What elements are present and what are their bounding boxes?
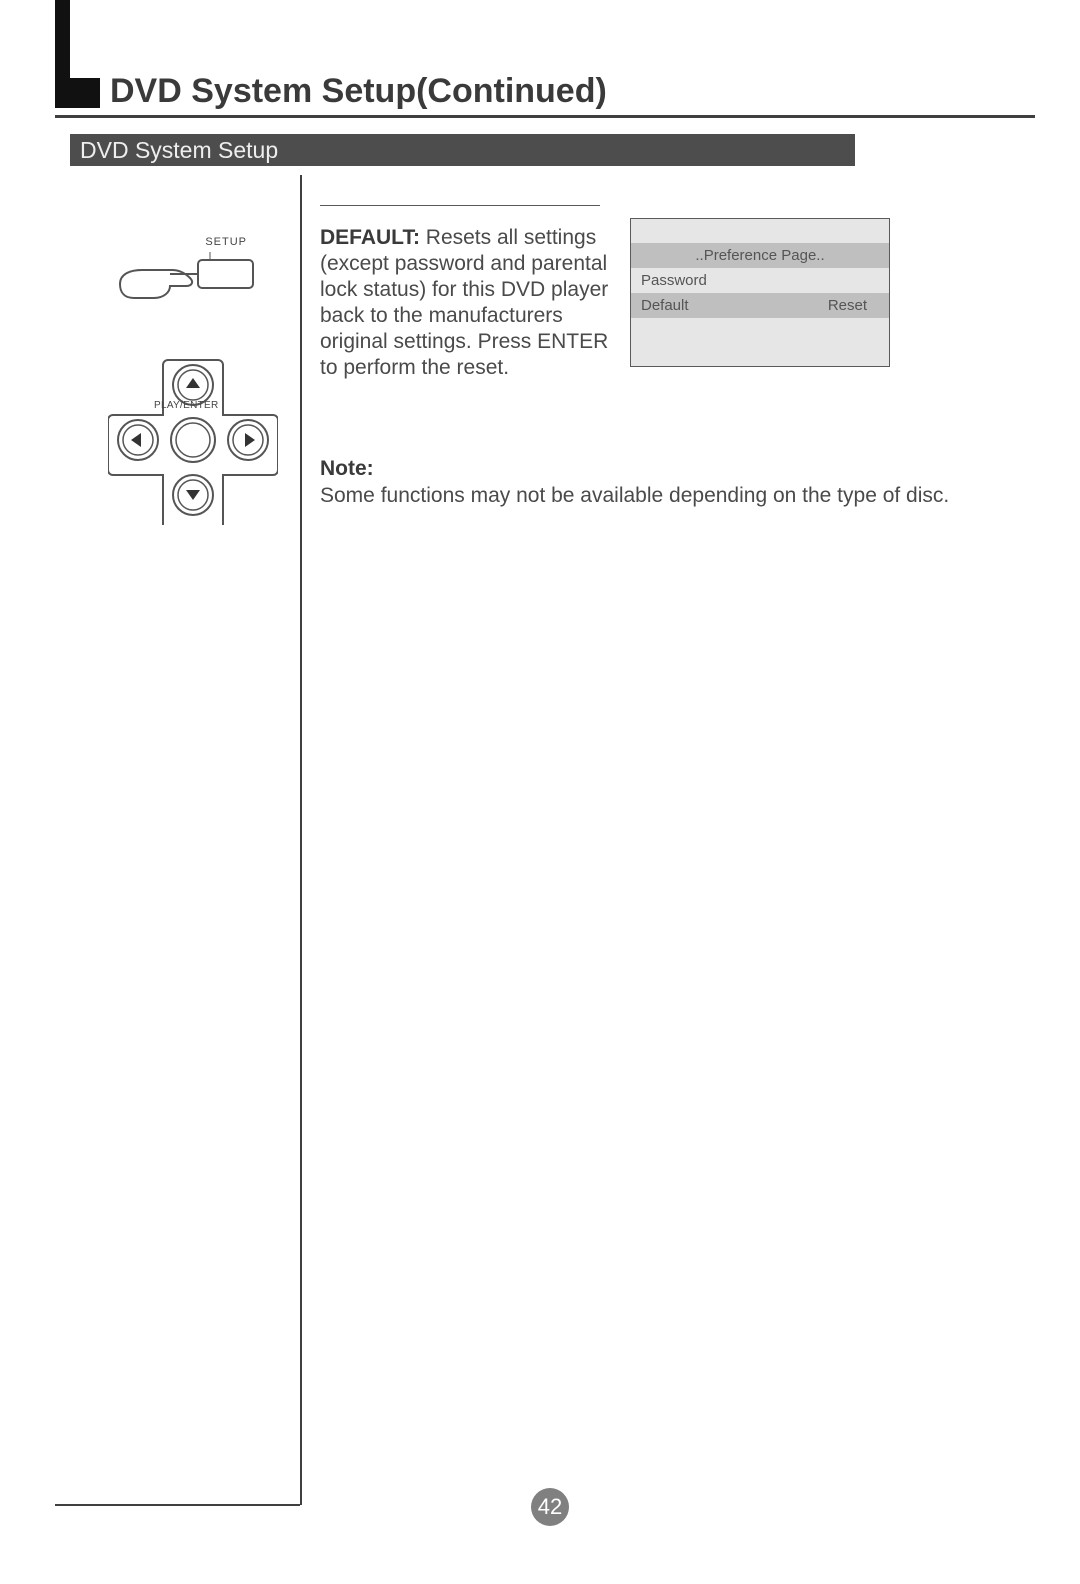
vertical-divider — [300, 175, 302, 1505]
note-heading: Note: — [320, 455, 1020, 482]
menu-row-default-selected: Default Reset — [631, 293, 889, 318]
section-bar: DVD System Setup — [70, 134, 855, 166]
menu-row-label: Default — [641, 297, 689, 314]
title-underline — [55, 115, 1035, 118]
arrow-up-icon — [186, 378, 200, 388]
menu-padding-top — [631, 219, 889, 243]
menu-row-label: Password — [641, 272, 707, 289]
default-entry: DEFAULT: Resets all settings (except pas… — [320, 225, 610, 381]
hand-press-icon — [110, 252, 265, 302]
arrow-right-icon — [245, 433, 255, 447]
page-number: 42 — [531, 1488, 569, 1526]
setup-label: SETUP — [205, 236, 247, 248]
dpad-illustration: PLAY/ENTER — [108, 355, 278, 525]
menu-row-value: Reset — [828, 297, 867, 314]
arrow-left-icon — [131, 433, 141, 447]
entry-term: DEFAULT: — [320, 226, 420, 249]
page-body: DVD System Setup(Continued) DVD System S… — [55, 0, 1045, 1540]
preference-menu-screenshot: ..Preference Page.. Password Default Res… — [630, 218, 890, 367]
arrow-down-icon — [186, 490, 200, 500]
bottom-divider — [55, 1504, 300, 1506]
note-block: Note: Some functions may not be availabl… — [320, 455, 1020, 509]
menu-padding-bottom — [631, 318, 889, 366]
note-body: Some functions may not be available depe… — [320, 482, 1020, 509]
entry-rule — [320, 205, 600, 206]
page-ornament-vertical — [55, 0, 70, 108]
dpad-label: PLAY/ENTER — [154, 400, 219, 411]
setup-button-illustration: SETUP — [110, 236, 265, 296]
page-ornament-square — [70, 78, 100, 108]
menu-header: ..Preference Page.. — [631, 243, 889, 268]
page-title: DVD System Setup(Continued) — [110, 72, 607, 111]
menu-row-password: Password — [631, 268, 889, 293]
